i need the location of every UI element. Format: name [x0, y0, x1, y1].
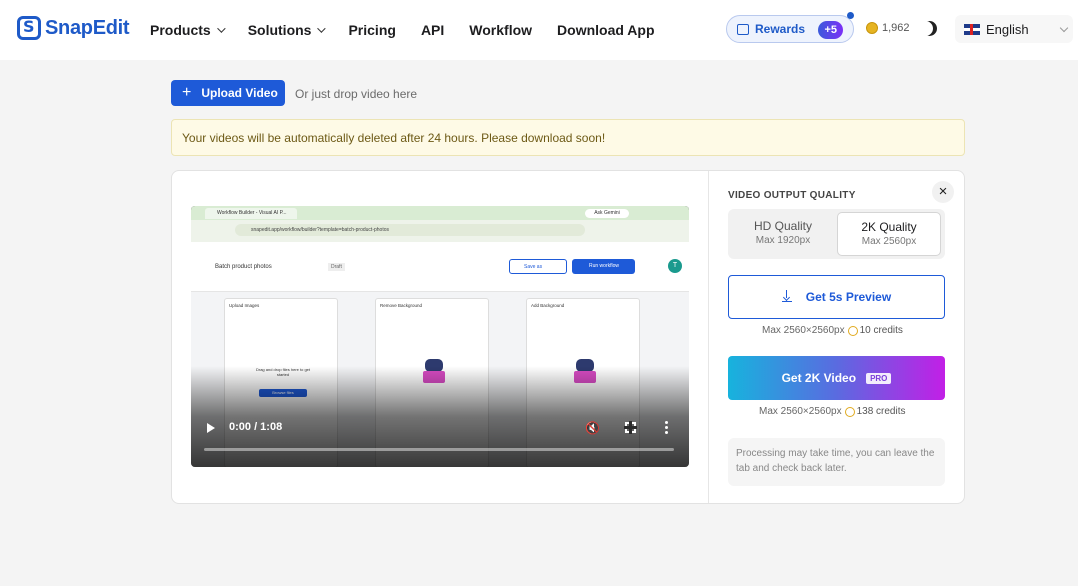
get-2k-video-label: Get 2K Video [781, 371, 857, 385]
notification-dot [847, 12, 854, 19]
panel-title: VIDEO OUTPUT QUALITY [728, 190, 856, 201]
frame-url-bar: snapedit.app/workflow/builder?template=b… [191, 220, 689, 242]
coin-icon [844, 406, 855, 417]
frame-gemini-button: Ask Gemini [585, 209, 629, 218]
credit-balance[interactable]: 1,962 [866, 22, 910, 34]
uk-flag-icon [964, 23, 980, 35]
panel-divider [708, 171, 709, 503]
frame-run-workflow: Run workflow [572, 259, 635, 274]
frame-node-title: Add Background [531, 303, 565, 308]
video-controls: 0:00 / 1:08 🔇 [191, 418, 689, 467]
chevron-down-icon [317, 24, 327, 33]
preview-credit-info: Max 2560×2560px 10 credits [762, 325, 903, 336]
brand-logo[interactable]: SnapEdit [17, 16, 130, 40]
frame-tab: Workflow Builder - Visual AI P... [205, 208, 297, 219]
get-preview-label: Get 5s Preview [805, 290, 892, 304]
preview-credits: 10 credits [859, 325, 903, 336]
more-vertical-icon[interactable] [665, 421, 669, 435]
rewards-button[interactable]: Rewards +5 [726, 12, 854, 43]
preview-resolution: Max 2560×2560px [762, 325, 845, 336]
plus-icon: + [182, 84, 192, 101]
chevron-down-icon [216, 24, 226, 33]
gift-icon [737, 23, 749, 35]
frame-browser-tabbar: Workflow Builder - Visual AI P... Ask Ge… [191, 206, 689, 220]
nav-pricing[interactable]: Pricing [348, 22, 395, 38]
nav-api[interactable]: API [421, 22, 444, 38]
nav-solutions[interactable]: Solutions [247, 22, 327, 38]
processing-note: Processing may take time, you can leave … [728, 438, 945, 486]
rewards-bonus-badge: +5 [818, 21, 843, 39]
auto-delete-notice: Your videos will be automatically delete… [171, 119, 965, 156]
language-select[interactable]: English [955, 15, 1073, 43]
coin-icon [847, 325, 858, 336]
quality-max: Max 2560px [861, 236, 917, 247]
coin-icon [866, 22, 878, 34]
quality-max: Max 1920px [755, 235, 811, 246]
quality-option-2k[interactable]: 2K Quality Max 2560px [837, 212, 941, 256]
get-preview-button[interactable]: Get 5s Preview [728, 275, 945, 319]
frame-draft-badge: Draft [328, 263, 345, 271]
upload-video-label: Upload Video [201, 86, 278, 100]
pro-badge: PRO [866, 372, 892, 384]
quality-name: HD Quality [753, 219, 812, 233]
frame-save-as: Save as [509, 259, 567, 274]
video-card: Workflow Builder - Visual AI P... Ask Ge… [171, 170, 965, 504]
moon-icon[interactable] [922, 21, 937, 36]
nav-products[interactable]: Products [150, 22, 226, 38]
playback-time: 0:00 / 1:08 [229, 421, 283, 433]
close-icon[interactable]: × [932, 181, 954, 203]
top-header: SnapEdit Products Solutions Pricing API … [0, 0, 1078, 60]
quality-option-hd[interactable]: HD Quality Max 1920px [731, 212, 835, 256]
drop-hint: Or just drop video here [295, 87, 418, 101]
download-icon [781, 290, 792, 302]
play-icon[interactable] [207, 423, 215, 433]
quality-toggle: HD Quality Max 1920px 2K Quality Max 256… [728, 209, 945, 259]
nav-workflow[interactable]: Workflow [469, 22, 532, 38]
upload-video-button[interactable]: + Upload Video [171, 80, 285, 106]
language-label: English [986, 21, 1029, 37]
nav-products-label: Products [150, 22, 211, 38]
frame-url: snapedit.app/workflow/builder?template=b… [235, 224, 585, 236]
get-2k-video-button[interactable]: Get 2K Video PRO [728, 356, 945, 400]
logo-mark-icon [17, 16, 41, 40]
frame-node-title: Remove Background [380, 303, 423, 308]
quality-name: 2K Quality [861, 220, 917, 234]
video-resolution: Max 2560×2560px [759, 406, 842, 417]
frame-node-title: Upload Images [229, 303, 260, 308]
main-nav: Products Solutions Pricing API Workflow … [150, 0, 680, 60]
frame-workflow-title: Batch product photos [215, 264, 272, 270]
nav-download-app[interactable]: Download App [557, 22, 654, 38]
frame-app-toolbar: Batch product photos Draft Save as Run w… [191, 242, 689, 292]
frame-avatar: T [668, 259, 682, 273]
brand-name: SnapEdit [45, 16, 130, 39]
fullscreen-icon[interactable] [624, 421, 637, 434]
video-credits: 138 credits [856, 406, 906, 417]
nav-solutions-label: Solutions [247, 22, 312, 38]
chevron-down-icon [1059, 23, 1069, 33]
video-credit-info: Max 2560×2560px 138 credits [759, 406, 906, 417]
rewards-label: Rewards [755, 22, 806, 36]
mute-icon[interactable]: 🔇 [585, 421, 600, 435]
video-player[interactable]: Workflow Builder - Visual AI P... Ask Ge… [191, 206, 689, 467]
credit-count: 1,962 [882, 22, 910, 34]
video-progress-bar[interactable] [204, 448, 674, 451]
